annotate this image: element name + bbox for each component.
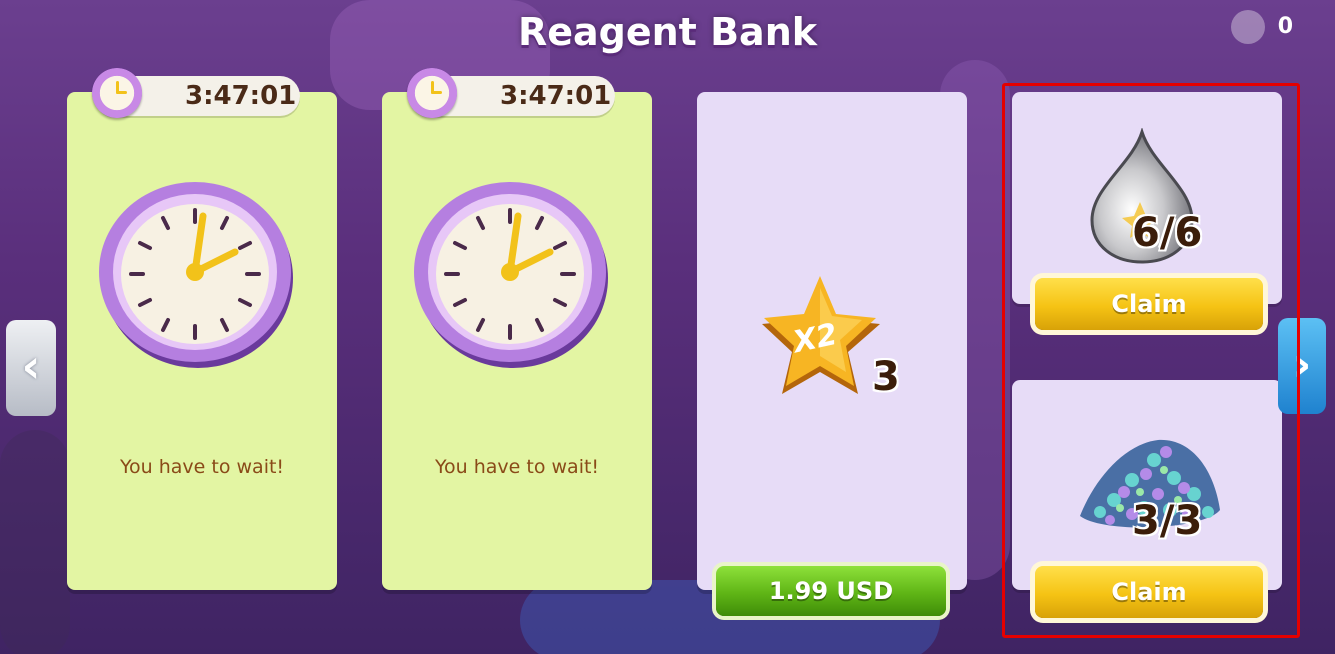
highlight-box: [1002, 83, 1300, 638]
small-clock-icon: [92, 68, 142, 118]
clock-icon: [414, 182, 608, 368]
currency-icon: [1231, 10, 1265, 44]
background-shape: [0, 430, 70, 654]
buy-button[interactable]: 1.99 USD: [716, 566, 946, 616]
small-clock-icon: [407, 68, 457, 118]
currency-counter: 0: [1277, 14, 1293, 39]
previous-page-button[interactable]: ‹: [6, 320, 56, 416]
wait-message-2: You have to wait!: [434, 456, 600, 478]
x2-star-icon: X2: [762, 276, 880, 394]
clock-icon: [99, 182, 293, 368]
offer-quantity: 3: [872, 354, 900, 400]
wait-message-1: You have to wait!: [119, 456, 285, 478]
page-title: Reagent Bank: [517, 10, 818, 54]
